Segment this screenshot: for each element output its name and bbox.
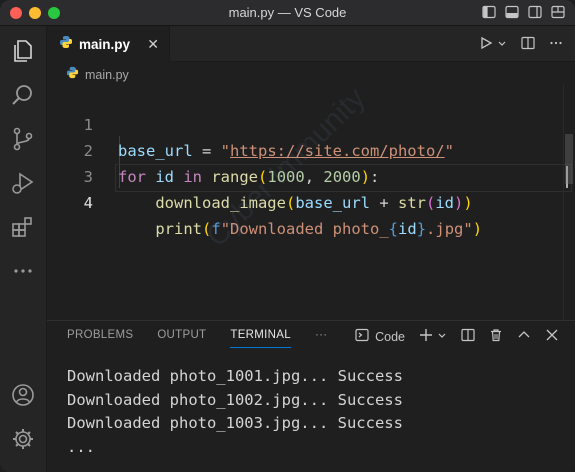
- run-and-debug-icon[interactable]: [10, 170, 36, 196]
- tab-label: main.py: [79, 36, 131, 52]
- split-editor-icon[interactable]: [521, 36, 535, 53]
- terminal-line: Downloaded photo_1001.jpg... Success: [67, 367, 403, 385]
- activity-bar: [0, 26, 47, 472]
- more-actions-icon[interactable]: [549, 36, 563, 53]
- tab-terminal[interactable]: TERMINAL: [230, 329, 291, 348]
- toggle-secondary-sidebar-icon[interactable]: [528, 5, 542, 19]
- code-line[interactable]: 2 for id in range(1000, 2000):: [47, 112, 575, 186]
- bottom-panel: PROBLEMS OUTPUT TERMINAL ··· Code Downlo…: [47, 320, 575, 472]
- code-text: download_image(base_url + str(id)): [155, 194, 473, 212]
- tab-problems[interactable]: PROBLEMS: [67, 329, 133, 348]
- explorer-icon[interactable]: [10, 38, 36, 64]
- code-line-current[interactable]: 4 print(f"Downloaded photo_{id}.jpg"): [47, 164, 575, 238]
- terminal-output[interactable]: Downloaded photo_1001.jpg... Success Down…: [67, 365, 403, 459]
- code-line[interactable]: 3 download_image(base_url + str(id)): [47, 138, 575, 212]
- extensions-icon[interactable]: [10, 214, 36, 240]
- python-file-icon: [66, 66, 79, 84]
- more-views-icon[interactable]: [10, 258, 36, 284]
- editor-scrollbar[interactable]: [563, 84, 575, 320]
- maximize-panel-chevron-up-icon[interactable]: [517, 328, 531, 345]
- trash-icon[interactable]: [489, 328, 503, 345]
- code-line[interactable]: 1 base_url = "https://site.com/photo/": [47, 86, 575, 160]
- title-bar: main.py — VS Code: [0, 0, 575, 26]
- terminal-name: Code: [375, 329, 405, 344]
- code-text: print(f"Downloaded photo_{id}.jpg"): [155, 220, 483, 238]
- terminal-line: Downloaded photo_1002.jpg... Success: [67, 390, 403, 409]
- toggle-primary-sidebar-icon[interactable]: [482, 5, 496, 19]
- search-icon[interactable]: [10, 82, 36, 108]
- terminal-line: Downloaded photo_1003.jpg... Success: [67, 414, 403, 432]
- terminal-line: ...: [67, 437, 95, 456]
- run-python-file-icon[interactable]: [479, 36, 493, 53]
- settings-gear-icon[interactable]: [10, 426, 36, 452]
- line-number: 4: [83, 194, 93, 212]
- customize-layout-icon[interactable]: [551, 5, 565, 19]
- toggle-panel-icon[interactable]: [505, 5, 519, 19]
- panel-actions: Code: [355, 328, 559, 345]
- code-editor[interactable]: 1 base_url = "https://site.com/photo/" 2…: [47, 84, 575, 320]
- editor-tab-bar: main.py ✕: [47, 26, 575, 62]
- python-icon: [59, 35, 73, 54]
- editor-actions: [479, 36, 563, 53]
- tab-main-py[interactable]: main.py ✕: [47, 26, 170, 62]
- scrollbar-thumb[interactable]: [565, 134, 573, 184]
- terminal-selector[interactable]: Code: [355, 328, 405, 345]
- panel-tab-bar: PROBLEMS OUTPUT TERMINAL ···: [67, 329, 327, 348]
- close-tab-icon[interactable]: ✕: [147, 36, 159, 53]
- layout-controls: [482, 5, 565, 19]
- source-control-icon[interactable]: [10, 126, 36, 152]
- terminal-options-chevron-icon[interactable]: [437, 330, 447, 344]
- terminal-icon: [355, 328, 369, 345]
- breadcrumb[interactable]: main.py: [66, 66, 129, 84]
- close-panel-icon[interactable]: [545, 328, 559, 345]
- split-terminal-icon[interactable]: [461, 328, 475, 345]
- account-icon[interactable]: [10, 382, 36, 408]
- new-terminal-plus-icon[interactable]: [419, 328, 433, 345]
- breadcrumb-file: main.py: [85, 68, 129, 82]
- panel-more-tabs[interactable]: ···: [315, 329, 327, 348]
- tab-output[interactable]: OUTPUT: [157, 329, 206, 348]
- run-options-chevron-icon[interactable]: [497, 37, 507, 52]
- vscode-window: main.py — VS Code main.py ✕ main.py 1 ba…: [0, 0, 575, 472]
